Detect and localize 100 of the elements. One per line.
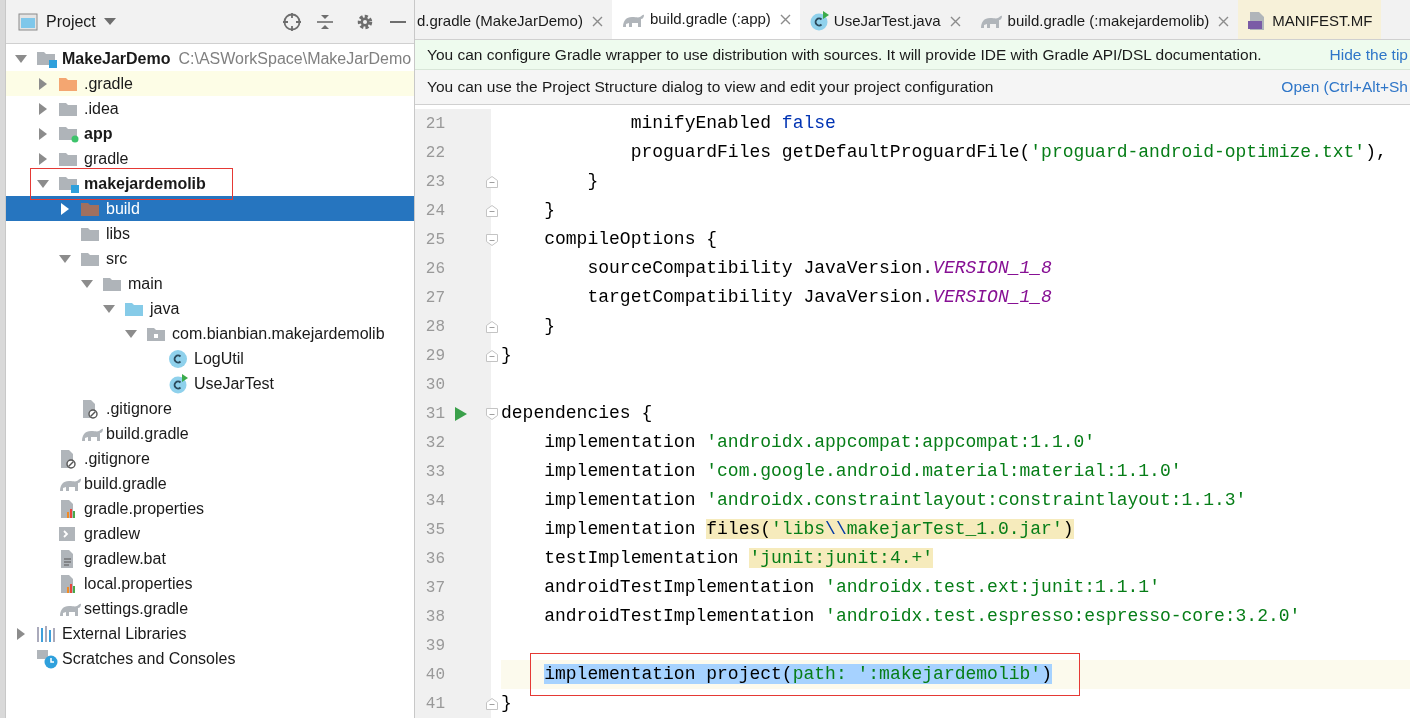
line-number: 35 xyxy=(424,519,445,541)
tree-item[interactable]: Scratches and Consoles xyxy=(6,646,414,671)
tree-item[interactable]: .gitignore xyxy=(6,396,414,421)
folder-icon xyxy=(58,100,78,117)
folder-icon xyxy=(58,150,78,167)
line-number: 36 xyxy=(424,548,445,570)
code-line: } xyxy=(587,170,599,193)
tree-item[interactable]: MakeJarDemo C:\ASWorkSpace\MakeJarDemo xyxy=(6,46,414,71)
notice-link[interactable]: Hide the tip xyxy=(1329,42,1410,67)
tree-item[interactable]: External Libraries xyxy=(6,621,414,646)
line-number: 22 xyxy=(424,142,445,164)
ignored-file-icon xyxy=(58,448,76,469)
properties-file-icon xyxy=(58,573,76,594)
tree-item[interactable]: local.properties xyxy=(6,571,414,596)
tree-item[interactable]: build.gradle xyxy=(6,471,414,496)
tree-item[interactable]: gradle xyxy=(6,146,414,171)
notice-link[interactable]: Open (Ctrl+Alt+Sh xyxy=(1281,75,1410,99)
fold-marker-icon[interactable] xyxy=(486,407,498,420)
code-line: compileOptions { xyxy=(544,228,718,251)
ignored-file-icon xyxy=(80,398,98,419)
line-number: 29 xyxy=(424,345,445,367)
line-number: 39 xyxy=(424,635,445,657)
class-icon xyxy=(168,348,188,369)
run-icon[interactable] xyxy=(455,406,467,421)
terminal-file-icon xyxy=(58,524,76,543)
fold-marker-icon[interactable] xyxy=(486,204,498,217)
scratch-clock-icon xyxy=(36,648,58,669)
editor-tab[interactable]: build.gradle (:app) xyxy=(611,0,800,39)
code-line: dependencies { xyxy=(501,402,653,425)
code-line: } xyxy=(501,692,512,715)
editor-tab[interactable]: d.gradle (MakeJarDemo) xyxy=(415,0,612,39)
class-icon xyxy=(808,11,829,31)
code-line: implementation files('libs\\makejarTest_1.0.jar') xyxy=(544,518,1074,541)
text-file-icon xyxy=(58,548,76,569)
tree-item[interactable]: gradle.properties xyxy=(6,496,414,521)
settings-icon[interactable] xyxy=(356,12,374,31)
tree-item[interactable]: build xyxy=(6,196,414,221)
line-number: 30 xyxy=(424,374,445,396)
code-line: } xyxy=(544,315,556,338)
locate-icon[interactable] xyxy=(282,11,302,32)
close-icon[interactable] xyxy=(949,15,961,27)
code-line: implementation project(path: ':makejardemolib') xyxy=(544,661,1052,688)
properties-file-icon xyxy=(58,498,76,519)
module-folder-icon xyxy=(36,49,58,68)
tree-item[interactable]: main xyxy=(6,271,414,296)
view-dropdown[interactable]: Project xyxy=(18,9,116,34)
line-number: 41 xyxy=(424,693,445,715)
tree-item[interactable]: gradlew xyxy=(6,521,414,546)
folder-icon xyxy=(80,250,100,267)
module-folder-icon xyxy=(58,174,80,193)
code-line: sourceCompatibility JavaVersion.VERSION_1_8 xyxy=(587,257,1052,280)
module-folder-icon xyxy=(58,124,80,143)
tree-item[interactable]: build.gradle xyxy=(6,421,414,446)
editor-tab[interactable]: UseJarTest.java xyxy=(799,0,970,39)
line-number: 21 xyxy=(424,113,445,135)
line-number: 38 xyxy=(424,606,445,628)
line-number: 23 xyxy=(424,171,445,193)
editor-tab[interactable]: build.gradle (:makejardemolib) xyxy=(969,0,1239,39)
code-line: implementation 'androidx.appcompat:appcompat:1.1.0' xyxy=(544,431,1096,454)
fold-marker-icon[interactable] xyxy=(486,233,498,246)
tree-item[interactable]: com.bianbian.makejardemolib xyxy=(6,321,414,346)
line-number: 37 xyxy=(424,577,445,599)
line-number: 32 xyxy=(424,432,445,454)
close-icon[interactable] xyxy=(779,14,791,25)
line-number: 33 xyxy=(424,461,445,483)
fold-marker-icon[interactable] xyxy=(486,175,498,188)
folder-icon xyxy=(124,300,144,317)
tree-item[interactable]: .gradle xyxy=(6,71,414,96)
fold-marker-icon[interactable] xyxy=(486,349,498,362)
folder-icon xyxy=(80,200,100,217)
tree-item[interactable]: .gitignore xyxy=(6,446,414,471)
folder-icon xyxy=(58,75,78,92)
collapse-all-icon[interactable] xyxy=(316,12,334,31)
tree-item[interactable]: settings.gradle xyxy=(6,596,414,621)
close-icon[interactable] xyxy=(1218,15,1230,27)
editor-tab[interactable]: MANIFEST.MF xyxy=(1238,0,1382,39)
tree-item[interactable]: src xyxy=(6,246,414,271)
tree-item[interactable]: libs xyxy=(6,221,414,246)
fold-marker-icon[interactable] xyxy=(486,320,498,333)
tree-item[interactable]: gradlew.bat xyxy=(6,546,414,571)
class-icon xyxy=(168,373,188,394)
line-number: 25 xyxy=(424,229,445,251)
tree-item[interactable]: LogUtil xyxy=(6,346,414,371)
fold-marker-icon[interactable] xyxy=(486,697,498,710)
close-icon[interactable] xyxy=(591,15,603,27)
tree-item[interactable]: .idea xyxy=(6,96,414,121)
code-line: targetCompatibility JavaVersion.VERSION_1_8 xyxy=(587,286,1052,309)
code-line: } xyxy=(501,344,512,367)
tree-item[interactable]: UseJarTest xyxy=(6,371,414,396)
code-line: testImplementation 'junit:junit:4.+' xyxy=(544,547,934,570)
package-folder-icon xyxy=(146,325,166,342)
dropdown-icon xyxy=(103,17,116,26)
line-number: 24 xyxy=(424,200,445,222)
tree-item[interactable]: java xyxy=(6,296,414,321)
code-line: proguardFiles getDefaultProguardFile('proguard-android-optimize.txt'), xyxy=(630,141,1387,164)
code-line: implementation 'androidx.constraintlayout:constraintlayout:1.1.3' xyxy=(544,489,1247,512)
panel-icon xyxy=(18,12,38,31)
tree-item[interactable]: makejardemolib xyxy=(6,171,414,196)
code-line: androidTestImplementation 'androidx.test.ext:junit:1.1.1' xyxy=(544,576,1160,599)
tree-item[interactable]: app xyxy=(6,121,414,146)
